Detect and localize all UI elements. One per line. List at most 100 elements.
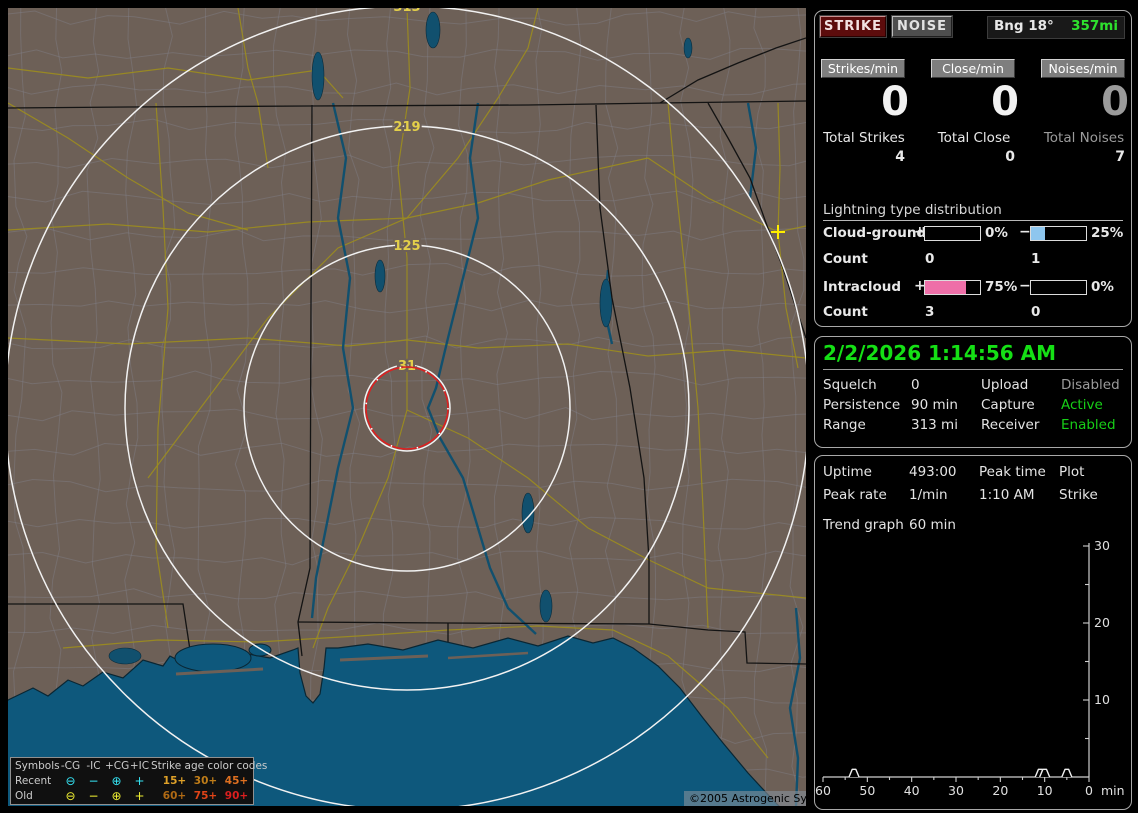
age-60: 60+ [162, 789, 187, 802]
age-75: 75+ [193, 789, 218, 802]
count-label: Count [823, 251, 868, 267]
age-30: 30+ [193, 774, 218, 787]
cg-pos-count: 0 [925, 251, 935, 267]
peak-rate-value: 1/min [909, 487, 948, 503]
capture-status: Active [1061, 397, 1103, 413]
receiver-label: Receiver [981, 417, 1040, 433]
bearing-range-display: Bng 18° 357mi [987, 16, 1125, 39]
ic-pos-count: 3 [925, 304, 935, 320]
total-strikes-label: Total Strikes [823, 130, 905, 146]
range-row: Range 313 mi Receiver Enabled [815, 417, 1133, 437]
legend-recent-label: Recent [15, 774, 52, 787]
peak-time-value: 1:10 AM [979, 487, 1035, 503]
close-column: Close/min 0 Total Close 0 [929, 59, 1019, 189]
close-per-min-button[interactable]: Close/min [931, 59, 1015, 78]
neg-ic-recent-icon: − [88, 773, 99, 788]
svg-text:40: 40 [904, 783, 920, 798]
range-label: Range [823, 417, 866, 433]
svg-text:60: 60 [815, 783, 831, 798]
legend-col-pos-cg: +CG [105, 759, 130, 772]
trend-chart: 60 50 40 30 20 10 0 min 10 20 30 [815, 531, 1131, 813]
minus-sign: − [1019, 278, 1031, 294]
noises-per-min-button[interactable]: Noises/min [1041, 59, 1125, 78]
strikes-rate-value: 0 [881, 79, 909, 125]
receiver-status: Enabled [1061, 417, 1116, 433]
count-label: Count [823, 304, 868, 320]
cg-neg-bar [1030, 226, 1087, 241]
cg-pos-pct: 0% [985, 225, 1008, 241]
svg-text:30: 30 [948, 783, 964, 798]
range-ring-label: 219 [393, 120, 420, 135]
svg-text:50: 50 [859, 783, 875, 798]
cloud-ground-label: Cloud-ground [823, 225, 927, 241]
range-ring-label: 125 [393, 239, 420, 254]
svg-text:10: 10 [1037, 783, 1053, 798]
persistence-row: Persistence 90 min Capture Active [815, 397, 1133, 417]
range-ring-label: 313 [393, 8, 420, 15]
legend-old-row: Old ⊖ − ⊕ + 60+ 75+ 90+ [11, 788, 253, 803]
datetime-display: 2/2/2026 1:14:56 AM [823, 341, 1123, 370]
persistence-value: 90 min [911, 397, 958, 413]
app-root: { "header": { "strike_button": "STRIKE",… [0, 0, 1138, 812]
cg-neg-count: 1 [1031, 251, 1041, 267]
pos-cg-recent-icon: ⊕ [111, 773, 122, 788]
close-rate-value: 0 [991, 79, 1019, 125]
ic-pos-pct: 75% [985, 279, 1018, 295]
legend-recent-row: Recent ⊖ − ⊕ + 15+ 30+ 45+ [11, 773, 253, 788]
pos-cg-old-icon: ⊕ [111, 788, 122, 803]
trend-chart-svg: 60 50 40 30 20 10 0 min 10 20 30 [815, 538, 1125, 798]
total-close-value: 0 [1005, 149, 1015, 165]
ic-neg-count: 0 [1031, 304, 1041, 320]
bearing-value: Bng 18° [994, 18, 1054, 34]
svg-text:min: min [1101, 783, 1125, 798]
ic-pos-fill [925, 281, 967, 294]
ic-neg-bar [1030, 280, 1087, 295]
strikes-per-min-button[interactable]: Strikes/min [821, 59, 905, 78]
peak-time-label: Peak time [979, 464, 1046, 480]
neg-ic-old-icon: − [88, 788, 99, 803]
uptime-value: 493:00 [909, 464, 957, 480]
noise-mode-button[interactable]: NOISE [891, 15, 953, 38]
legend-old-label: Old [15, 789, 33, 802]
noises-rate-value: 0 [1101, 79, 1129, 125]
map-legend: Symbols -CG -IC +CG +IC Strike age color… [10, 757, 267, 805]
strike-mode-button[interactable]: STRIKE [819, 15, 887, 38]
distribution-title: Lightning type distribution [823, 202, 1123, 221]
total-noises-value: 7 [1115, 149, 1125, 165]
svg-text:20: 20 [992, 783, 1008, 798]
total-close-label: Total Close [937, 130, 1011, 146]
total-noises-label: Total Noises [1043, 130, 1125, 146]
legend-symbols-header: Symbols [15, 759, 60, 772]
map-svg: 31125219313 [8, 8, 806, 806]
intracloud-label: Intracloud [823, 279, 902, 295]
legend-col-neg-ic: -IC [86, 759, 101, 772]
age-90: 90+ [224, 789, 249, 802]
intracloud-row: Intracloud + 75% − 0% [815, 278, 1133, 298]
neg-cg-recent-icon: ⊖ [65, 773, 76, 788]
cloud-ground-row: Cloud-ground + 0% − 25% [815, 224, 1133, 244]
range-value: 357mi [1071, 18, 1118, 34]
svg-text:30: 30 [1094, 538, 1110, 553]
status-panel: 2/2/2026 1:14:56 AM Squelch 0 Upload Dis… [814, 336, 1132, 448]
svg-text:20: 20 [1094, 615, 1110, 630]
legend-col-neg-cg: -CG [60, 759, 81, 772]
squelch-label: Squelch [823, 377, 877, 393]
strike-counter-panel: STRIKE NOISE Bng 18° 357mi Strikes/min 0… [814, 10, 1132, 327]
age-15: 15+ [162, 774, 187, 787]
cg-neg-fill [1031, 227, 1045, 240]
squelch-row: Squelch 0 Upload Disabled [815, 377, 1133, 397]
cloud-ground-count-row: Count 0 1 [815, 251, 1133, 269]
peak-rate-label: Peak rate [823, 487, 887, 503]
uptime-label: Uptime [823, 464, 872, 480]
pos-ic-recent-icon: + [134, 773, 145, 788]
squelch-value: 0 [911, 377, 920, 393]
capture-label: Capture [981, 397, 1035, 413]
cg-pos-bar [924, 226, 981, 241]
map-display[interactable]: 31125219313 Symbols -CG -IC +CG +IC Stri… [8, 8, 806, 806]
trend-panel: Uptime 493:00 Peak time Plot Peak rate 1… [814, 455, 1132, 810]
upload-status: Disabled [1061, 377, 1120, 393]
svg-text:0: 0 [1085, 783, 1093, 798]
map-canvas[interactable]: 31125219313 [8, 8, 806, 806]
uptime-row: Uptime 493:00 Peak time Plot [815, 464, 1133, 484]
range-setting-value: 313 mi [911, 417, 958, 433]
